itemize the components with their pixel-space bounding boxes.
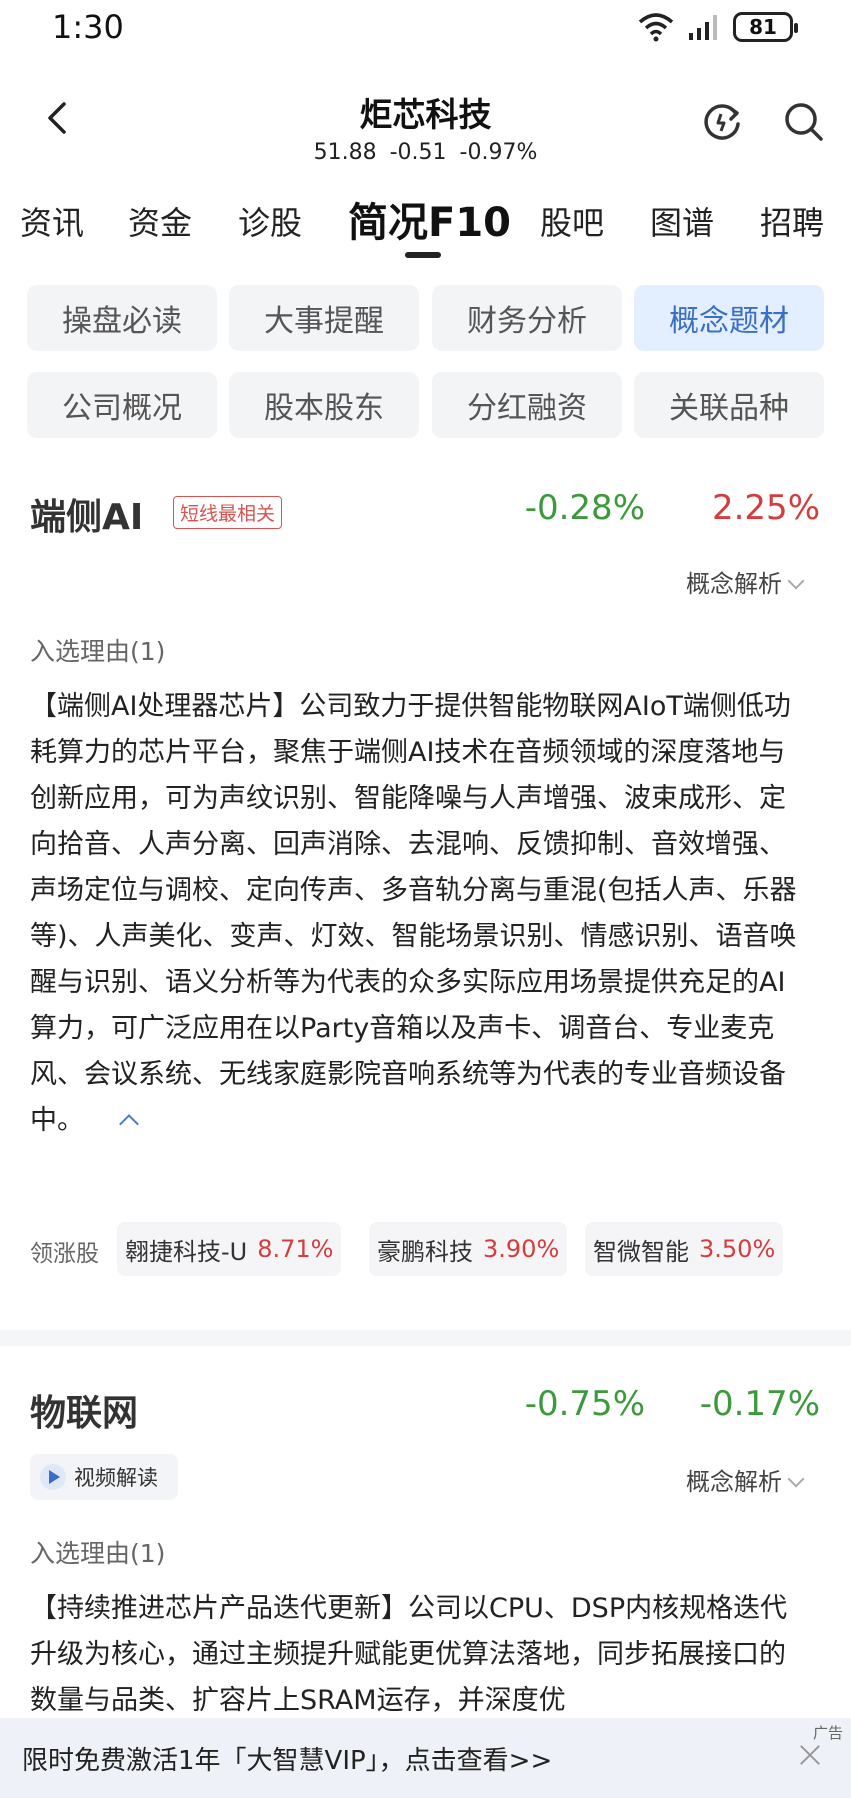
chip-trading-essentials[interactable]: 操盘必读 [27, 285, 217, 351]
reason-label: 入选理由(1) [30, 637, 166, 666]
section-divider [0, 1330, 851, 1346]
leader-stock-chip[interactable]: 智微智能 3.50% [585, 1222, 784, 1276]
leaders-label: 领涨股 [30, 1241, 99, 1267]
chevron-down-icon [787, 1470, 805, 1488]
reason-label: 入选理由(1) [30, 1539, 166, 1568]
leader-stock-pct: 3.90% [483, 1235, 560, 1263]
reason-body: 【端侧AI处理器芯片】公司致力于提供智能物联网AIoT端侧低功耗算力的芯片平台，… [30, 691, 797, 1136]
status-time: 1:30 [52, 8, 124, 46]
tab-f10-overview[interactable]: 简况F10 [348, 190, 511, 248]
video-explain-label: 视频解读 [74, 1466, 158, 1490]
leader-stock-pct: 8.71% [257, 1235, 334, 1263]
chip-dividends[interactable]: 分红融资 [432, 372, 622, 438]
chevron-down-icon [787, 572, 805, 590]
leader-stock-chip[interactable]: 翱捷科技-U 8.71% [117, 1222, 342, 1276]
concept-analysis-label: 概念解析 [686, 570, 782, 598]
stock-change-pct: -0.97% [459, 140, 538, 165]
chip-related-instruments[interactable]: 关联品种 [634, 372, 824, 438]
tab-recruit[interactable]: 招聘 [760, 198, 824, 244]
ad-label: 广告 [812, 1724, 843, 1742]
leader-stock-chip[interactable]: 豪鹏科技 3.90% [369, 1222, 568, 1276]
status-bar: 1:30 81 [0, 0, 851, 60]
status-icons: 81 [637, 12, 798, 42]
stock-header: 炬芯科技 51.88 -0.51 -0.97% [0, 80, 851, 176]
video-explain-button[interactable]: 视频解读 [30, 1454, 178, 1500]
concept-analysis-label: 概念解析 [686, 1468, 782, 1496]
stock-price: 51.88 [313, 140, 377, 165]
reason-text: 【端侧AI处理器芯片】公司致力于提供智能物联网AIoT端侧低功耗算力的芯片平台，… [30, 684, 806, 1144]
search-icon[interactable] [782, 100, 826, 144]
leader-stock-name: 豪鹏科技 [377, 1237, 473, 1266]
concept-analysis-toggle[interactable]: 概念解析 [686, 564, 805, 599]
wifi-icon [638, 13, 674, 42]
leader-stock-pct: 3.50% [699, 1235, 776, 1263]
refresh-icon[interactable] [700, 100, 744, 144]
active-tab-indicator [405, 252, 441, 258]
tab-graph[interactable]: 图谱 [650, 198, 714, 244]
stock-concept-pct: 2.25% [711, 488, 820, 528]
chip-financial-analysis[interactable]: 财务分析 [432, 285, 622, 351]
concept-name[interactable]: 端侧AI [30, 488, 143, 540]
ad-banner[interactable]: 限时免费激活1年「大智慧VIP」，点击查看>> 广告 [0, 1718, 851, 1798]
leader-stock-name: 翱捷科技-U [125, 1237, 248, 1266]
chip-major-events[interactable]: 大事提醒 [229, 285, 419, 351]
concept-change-pct: -0.28% [524, 488, 645, 528]
tab-news[interactable]: 资讯 [20, 198, 84, 244]
close-icon[interactable] [799, 1744, 821, 1766]
leader-stock-name: 智微智能 [593, 1237, 689, 1266]
reason-text: 【持续推进芯片产品迭代更新】公司以CPU、DSP内核规格迭代升级为核心，通过主频… [30, 1586, 806, 1724]
chip-concept-themes[interactable]: 概念题材 [634, 285, 824, 351]
concept-name[interactable]: 物联网 [30, 1384, 138, 1436]
chevron-up-icon[interactable] [119, 1114, 139, 1134]
battery-icon: 81 [733, 12, 798, 42]
concept-analysis-toggle[interactable]: 概念解析 [686, 1462, 805, 1497]
stock-change: -0.51 [389, 140, 447, 165]
reason-body: 【持续推进芯片产品迭代更新】公司以CPU、DSP内核规格迭代升级为核心，通过主频… [30, 1593, 788, 1716]
relevance-tag: 短线最相关 [173, 496, 283, 529]
signal-icon [689, 15, 717, 40]
stock-concept-pct: -0.17% [699, 1384, 820, 1424]
tab-funds[interactable]: 资金 [128, 198, 192, 244]
top-tabs: 资讯 资金 诊股 简况F10 股吧 图谱 招聘 [0, 190, 851, 260]
tab-forum[interactable]: 股吧 [540, 198, 604, 244]
play-icon [40, 1464, 66, 1490]
tab-diagnosis[interactable]: 诊股 [238, 198, 302, 244]
ad-text[interactable]: 限时免费激活1年「大智慧VIP」，点击查看>> [22, 1740, 552, 1777]
concept-change-pct: -0.75% [524, 1384, 645, 1424]
chip-company-overview[interactable]: 公司概况 [27, 372, 217, 438]
chip-shareholders[interactable]: 股本股东 [229, 372, 419, 438]
